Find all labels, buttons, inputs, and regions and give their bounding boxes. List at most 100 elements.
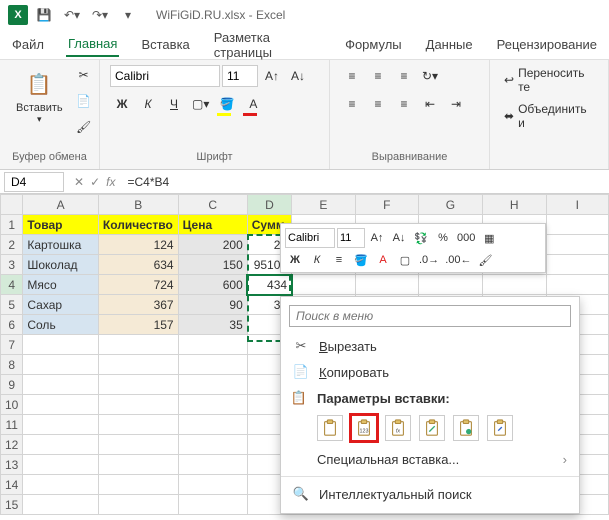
cell[interactable]: Шоколад	[23, 255, 99, 275]
col-header-i[interactable]: I	[546, 195, 608, 215]
row-header[interactable]: 5	[1, 295, 23, 315]
row-header[interactable]: 12	[1, 435, 23, 455]
row-header[interactable]: 10	[1, 395, 23, 415]
undo-icon[interactable]: ↶▾	[60, 3, 84, 27]
col-header-g[interactable]: G	[419, 195, 483, 215]
borders-icon[interactable]: ▢▾	[188, 92, 213, 116]
mini-table-icon[interactable]: ▦	[479, 228, 499, 248]
qat-customize-icon[interactable]: ▾	[116, 3, 140, 27]
cell[interactable]: Сахар	[23, 295, 99, 315]
cell[interactable]	[23, 375, 99, 395]
col-header-h[interactable]: H	[482, 195, 546, 215]
menu-review[interactable]: Рецензирование	[495, 33, 599, 56]
cell[interactable]	[546, 215, 608, 235]
cell[interactable]	[98, 375, 178, 395]
decrease-font-icon[interactable]: A↓	[286, 64, 310, 88]
row-header[interactable]: 11	[1, 415, 23, 435]
row-header[interactable]: 13	[1, 455, 23, 475]
cell[interactable]	[98, 355, 178, 375]
select-all-corner[interactable]	[1, 195, 23, 215]
menu-insert[interactable]: Вставка	[139, 33, 191, 56]
cell[interactable]	[23, 335, 99, 355]
row-header[interactable]: 2	[1, 235, 23, 255]
cell[interactable]	[23, 415, 99, 435]
menu-data[interactable]: Данные	[424, 33, 475, 56]
cell[interactable]: 634	[98, 255, 178, 275]
increase-font-icon[interactable]: A↑	[260, 64, 284, 88]
cell[interactable]	[178, 395, 247, 415]
cell[interactable]: 150	[178, 255, 247, 275]
cell[interactable]: 724	[98, 275, 178, 295]
cell[interactable]: 367	[98, 295, 178, 315]
ctx-copy[interactable]: 📄 Копировать	[281, 359, 579, 385]
cell[interactable]: 90	[178, 295, 247, 315]
cell[interactable]	[178, 355, 247, 375]
cell[interactable]	[23, 435, 99, 455]
cancel-formula-icon[interactable]: ✕	[74, 175, 84, 189]
cell[interactable]	[98, 395, 178, 415]
formula-bar[interactable]: =C4*B4	[121, 175, 609, 189]
paste-values-icon[interactable]: 123	[351, 415, 377, 441]
font-name-input[interactable]	[110, 65, 220, 87]
menu-search-input[interactable]	[289, 305, 571, 327]
font-size-input[interactable]	[222, 65, 258, 87]
fx-icon[interactable]: fx	[106, 175, 115, 189]
save-icon[interactable]: 💾	[32, 3, 56, 27]
format-painter-icon[interactable]: 🖌	[73, 116, 95, 138]
ctx-cut[interactable]: ✂ Вырезать	[281, 333, 579, 359]
underline-button[interactable]: Ч	[162, 92, 186, 116]
mini-font-color-icon[interactable]: A	[373, 250, 393, 270]
cell[interactable]	[292, 275, 356, 295]
cell[interactable]	[23, 455, 99, 475]
mini-dec-inc-icon[interactable]: .0→	[417, 250, 441, 270]
cell[interactable]	[98, 335, 178, 355]
cell[interactable]	[178, 495, 247, 515]
col-header-a[interactable]: A	[23, 195, 99, 215]
copy-icon[interactable]: 📄	[73, 90, 95, 112]
cell[interactable]	[98, 475, 178, 495]
align-bottom-icon[interactable]: ≡	[392, 64, 416, 88]
cell[interactable]: Количество	[98, 215, 178, 235]
cell[interactable]	[546, 275, 608, 295]
align-middle-icon[interactable]: ≡	[366, 64, 390, 88]
paste-transpose-icon[interactable]	[419, 415, 445, 441]
row-header[interactable]: 8	[1, 355, 23, 375]
menu-formulas[interactable]: Формулы	[343, 33, 404, 56]
paste-button[interactable]: 📋 Вставить ▾	[10, 64, 69, 129]
cell[interactable]: 124	[98, 235, 178, 255]
mini-italic-button[interactable]: К	[307, 250, 327, 270]
col-header-b[interactable]: B	[98, 195, 178, 215]
cell[interactable]	[546, 235, 608, 255]
cell[interactable]	[355, 275, 418, 295]
paste-formatting-icon[interactable]	[453, 415, 479, 441]
mini-inc-font-icon[interactable]: A↑	[367, 228, 387, 248]
row-header[interactable]: 9	[1, 375, 23, 395]
cell[interactable]	[23, 395, 99, 415]
indent-inc-icon[interactable]: ⇥	[444, 92, 468, 116]
align-top-icon[interactable]: ≡	[340, 64, 364, 88]
cut-icon[interactable]: ✂	[73, 64, 95, 86]
ctx-paste-special[interactable]: Специальная вставка... ›	[281, 447, 579, 472]
paste-all-icon[interactable]	[317, 415, 343, 441]
cell[interactable]	[178, 335, 247, 355]
row-header[interactable]: 3	[1, 255, 23, 275]
mini-fill-icon[interactable]: 🪣	[351, 250, 371, 270]
col-header-e[interactable]: E	[292, 195, 356, 215]
mini-font-input[interactable]	[285, 228, 335, 248]
mini-format-painter-icon[interactable]: 🖌	[475, 250, 495, 270]
row-header[interactable]: 6	[1, 315, 23, 335]
cell[interactable]	[419, 275, 483, 295]
cell[interactable]	[178, 435, 247, 455]
menu-pagelayout[interactable]: Разметка страницы	[212, 26, 323, 64]
cell[interactable]	[23, 495, 99, 515]
col-header-f[interactable]: F	[355, 195, 418, 215]
cell[interactable]	[482, 275, 546, 295]
menu-file[interactable]: Файл	[10, 33, 46, 56]
cell[interactable]	[98, 495, 178, 515]
mini-dec-dec-icon[interactable]: .00←	[443, 250, 473, 270]
cell[interactable]	[98, 435, 178, 455]
cell[interactable]	[178, 415, 247, 435]
cell[interactable]: 600	[178, 275, 247, 295]
cell[interactable]: Картошка	[23, 235, 99, 255]
align-right-icon[interactable]: ≡	[392, 92, 416, 116]
